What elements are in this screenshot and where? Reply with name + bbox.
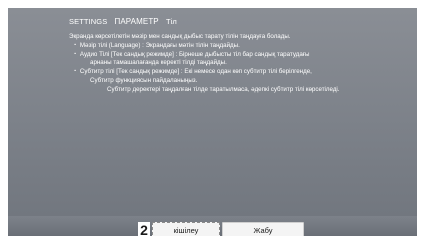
menu-language-line: ・ Мәзір тілі (Language) : Экрандағы мәті… [72,41,240,49]
subtitle-language-line-2: Субтитр функциясын пайдаланыңыз. [90,76,198,84]
dialog-body: Экранда көрсетілетін мәзір мен сандық ды… [69,33,369,95]
title-language: Тіл [165,17,177,26]
title-settings: SETTINGS [69,17,108,26]
title-parameter: ПАРАМЕТР [114,17,159,26]
help-dialog: SETTINGS ПАРАМЕТР Тіл Экранда көрсетілет… [52,10,372,210]
bezel-bottom [0,236,425,242]
dialog-title: SETTINGS ПАРАМЕТР Тіл [69,17,182,26]
bezel-top [0,0,425,8]
audio-language-line: ・ Аудио Тілі [Тек сандық режимде] : Бірн… [72,50,310,58]
bezel-left [0,0,8,242]
tv-screen: SETTINGS ПАРАМЕТР Тіл Экранда көрсетілет… [0,0,425,242]
subtitle-language-line: ・ Субтитр тілі [Тек сандық режимде] : Ек… [72,68,312,76]
audio-language-line-2: арнаны тамашалағанда керекті тілді таңда… [90,59,227,67]
subtitle-note-line: Субтитр деректері таңдалған тілде тараты… [107,85,340,93]
intro-line: Экранда көрсетілетін мәзір мен сандық ды… [69,33,291,40]
bezel-right [417,0,425,242]
